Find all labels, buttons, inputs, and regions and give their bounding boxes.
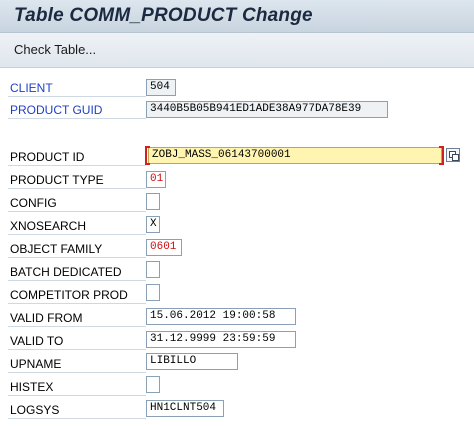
product-id-underline	[8, 165, 146, 166]
object-family-label: OBJECT FAMILY	[10, 242, 103, 256]
valid-from-input[interactable]: 15.06.2012 19:00:58	[146, 308, 296, 325]
valid-from-underline	[8, 326, 146, 327]
window-title: Table COMM_PRODUCT Change	[14, 5, 313, 26]
product-type-label: PRODUCT TYPE	[10, 173, 104, 187]
config-label: CONFIG	[10, 196, 57, 210]
histex-label: HISTEX	[10, 380, 54, 394]
valid-to-underline	[8, 349, 146, 350]
application-toolbar: Check Table...	[0, 33, 474, 68]
xnosearch-underline	[8, 234, 146, 235]
histex-underline	[8, 395, 146, 396]
competitor-prod-label: COMPETITOR PROD	[10, 288, 128, 302]
title-bar: Table COMM_PRODUCT Change	[0, 0, 474, 33]
xnosearch-input[interactable]: X	[146, 216, 160, 233]
check-table-button[interactable]: Check Table...	[14, 42, 96, 57]
logsys-label: LOGSYS	[10, 403, 60, 417]
config-input[interactable]	[146, 193, 160, 210]
valid-to-input[interactable]: 31.12.9999 23:59:59	[146, 331, 296, 348]
product-type-input[interactable]: 01	[146, 171, 166, 188]
client-label: CLIENT	[10, 81, 53, 95]
batch-dedicated-label: BATCH DEDICATED	[10, 265, 122, 279]
xnosearch-label: XNOSEARCH	[10, 219, 87, 233]
valid-to-label: VALID TO	[10, 334, 64, 348]
upname-input[interactable]: LIBILLO	[146, 353, 238, 370]
object-family-input[interactable]: 0601	[146, 239, 182, 256]
product-id-label: PRODUCT ID	[10, 150, 85, 164]
competitor-prod-underline	[8, 303, 146, 304]
product-guid-field: 3440B5B05B941ED1ADE38A977DA78E39	[146, 101, 388, 118]
histex-input[interactable]	[146, 376, 160, 393]
config-underline	[8, 211, 146, 212]
product-type-underline	[8, 188, 146, 189]
batch-dedicated-input[interactable]	[146, 261, 160, 278]
logsys-input[interactable]: HN1CLNT504	[146, 400, 224, 417]
required-bracket-left	[145, 146, 150, 165]
upname-underline	[8, 372, 146, 373]
competitor-prod-input[interactable]	[146, 284, 160, 301]
product-guid-underline	[8, 118, 146, 119]
logsys-underline	[8, 418, 146, 419]
object-family-underline	[8, 257, 146, 258]
required-bracket-right	[439, 146, 444, 165]
upname-label: UPNAME	[10, 357, 62, 371]
product-guid-label: PRODUCT GUID	[10, 103, 103, 117]
batch-dedicated-underline	[8, 280, 146, 281]
value-help-icon[interactable]	[446, 148, 460, 162]
valid-from-label: VALID FROM	[10, 311, 83, 325]
client-field: 504	[146, 79, 176, 96]
client-underline	[8, 96, 146, 97]
product-id-input[interactable]: ZOBJ_MASS_06143700001	[148, 147, 442, 164]
